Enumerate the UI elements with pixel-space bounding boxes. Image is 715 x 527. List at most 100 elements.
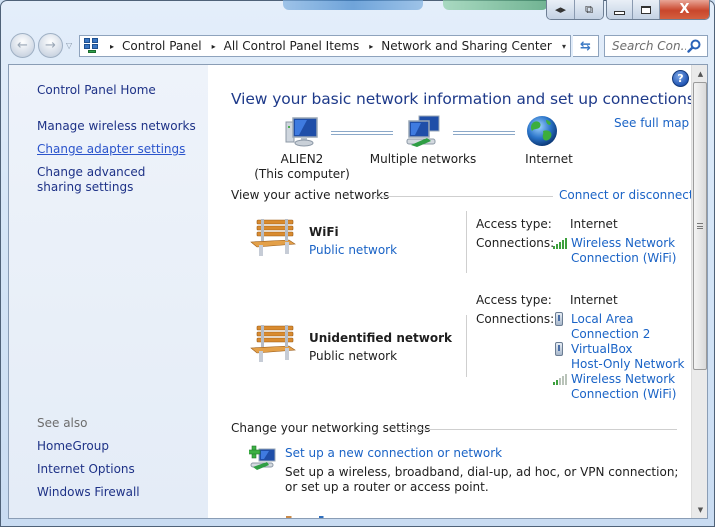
sidebar: Control Panel Home Manage wireless netwo… (9, 65, 208, 518)
refresh-icon: ⇆ (580, 38, 591, 54)
setup-new-connection-description: Set up a wireless, broadband, dial-up, a… (285, 465, 679, 494)
recent-pages-button[interactable]: ▽ (66, 41, 72, 50)
minimize-icon (614, 10, 626, 15)
partially-visible-task (286, 516, 396, 518)
section-divider (398, 429, 677, 430)
access-type-value: Internet (570, 217, 618, 231)
connection-link-line: Connection (WiFi) (571, 387, 677, 401)
active-networks-heading: View your active networks (231, 188, 390, 202)
close-button[interactable]: X (659, 0, 709, 19)
map-connector-line (453, 131, 515, 135)
map-node-label: ALIEN2 (280, 152, 324, 166)
close-icon: X (679, 2, 690, 17)
network-divider (466, 315, 467, 377)
sidebar-manage-wireless[interactable]: Manage wireless networks (37, 119, 196, 134)
see-also-homegroup[interactable]: HomeGroup (37, 439, 109, 454)
search-input[interactable] (612, 39, 686, 53)
breadcrumb-network-sharing[interactable]: Network and Sharing Center (381, 39, 552, 53)
network-category: Public network (309, 349, 398, 363)
network-category-link[interactable]: Public network (309, 243, 397, 257)
refresh-button[interactable]: ⇆ (573, 35, 599, 57)
map-node-label: Internet (525, 152, 573, 166)
connect-or-disconnect-link[interactable]: Connect or disconnect (559, 188, 694, 202)
map-node-internet: Internet (499, 152, 599, 167)
back-button[interactable]: ← (10, 33, 35, 58)
grip-icon (697, 223, 703, 229)
ethernet-icon (555, 312, 563, 326)
network-center-icon (84, 38, 100, 54)
wifi-signal-icon (553, 374, 567, 385)
scroll-thumb[interactable] (693, 82, 707, 370)
maximize-button[interactable] (633, 0, 660, 19)
map-node-label: Multiple networks (369, 152, 477, 166)
sidebar-change-advanced-sharing[interactable]: Change advanced sharing settings (37, 165, 187, 195)
window-caption-buttons: X (606, 0, 710, 20)
map-node-computer: ALIEN2 (This computer) (252, 152, 352, 182)
help-icon[interactable]: ? (672, 70, 689, 87)
minimize-button[interactable] (607, 0, 634, 19)
connection-link-line: Wireless Network (571, 372, 676, 386)
switch-button[interactable]: ⧉ (575, 0, 603, 19)
content-area: Control Panel Home Manage wireless netwo… (8, 64, 708, 519)
map-node-multiple-networks: Multiple networks (363, 152, 483, 167)
map-connector-line (331, 131, 393, 135)
snap-button[interactable]: ◂▸ (547, 0, 576, 19)
network-divider (466, 211, 467, 273)
connection-link-wireless[interactable]: Wireless Network Connection (WiFi) (571, 236, 676, 266)
see-full-map-link[interactable]: See full map (614, 116, 689, 130)
sidebar-change-adapter[interactable]: Change adapter settings (37, 142, 185, 157)
public-network-bench-icon[interactable] (249, 218, 297, 258)
main-panel: ? View your basic network information an… (208, 65, 695, 518)
breadcrumb-separator-icon[interactable]: ▸ (212, 42, 216, 51)
switch-icon: ⧉ (585, 2, 593, 16)
arrow-left-icon: ← (17, 38, 28, 53)
network-name-wifi: WiFi (309, 225, 339, 239)
search-icon[interactable] (687, 39, 701, 53)
snap-icon: ◂▸ (554, 3, 567, 16)
connection-link-line: Connection 2 (571, 327, 651, 341)
see-also-windows-firewall[interactable]: Windows Firewall (37, 485, 140, 500)
access-type-value: Internet (570, 293, 618, 307)
scroll-up-button[interactable]: ▲ (692, 65, 707, 82)
address-dropdown-icon[interactable]: ▾ (562, 42, 566, 51)
connection-link-line: Local Area (571, 312, 634, 326)
forward-button[interactable]: → (38, 33, 63, 58)
vertical-scrollbar[interactable]: ▲ ▼ (691, 65, 707, 518)
background-decoration (283, 0, 423, 10)
see-also-heading: See also (37, 416, 88, 430)
address-bar[interactable]: ▸ Control Panel ▸ All Control Panel Item… (79, 35, 571, 57)
setup-new-connection-link[interactable]: Set up a new connection or network (285, 446, 502, 460)
section-divider (375, 196, 553, 197)
wifi-signal-icon (553, 238, 567, 249)
breadcrumb-control-panel[interactable]: Control Panel (122, 39, 202, 53)
change-settings-heading: Change your networking settings (231, 421, 431, 435)
background-decoration (443, 0, 548, 10)
scroll-down-button[interactable]: ▼ (692, 501, 707, 518)
arrow-right-icon: → (45, 38, 56, 53)
connection-link-local-area[interactable]: Local Area Connection 2 (571, 312, 650, 342)
connection-link-line: Host-Only Network (571, 357, 685, 371)
computer-icon[interactable] (285, 116, 319, 148)
chevron-down-icon: ▽ (66, 41, 73, 50)
extra-caption-buttons: ◂▸ ⧉ (546, 0, 604, 20)
breadcrumb-separator-icon[interactable]: ▸ (369, 42, 373, 51)
connections-label: Connections: (476, 236, 555, 250)
breadcrumb-separator-icon[interactable]: ▸ (110, 42, 114, 51)
public-network-bench-icon[interactable] (249, 324, 297, 364)
access-type-label: Access type: (476, 217, 552, 231)
globe-icon[interactable] (526, 115, 558, 147)
multiple-networks-icon[interactable] (405, 115, 441, 149)
see-also-internet-options[interactable]: Internet Options (37, 462, 135, 477)
connection-link-line: Connection (WiFi) (571, 251, 677, 265)
sidebar-control-panel-home[interactable]: Control Panel Home (37, 83, 156, 98)
breadcrumb-all-items[interactable]: All Control Panel Items (224, 39, 360, 53)
map-node-sublabel: (This computer) (254, 167, 350, 181)
connection-link-virtualbox[interactable]: VirtualBox Host-Only Network (571, 342, 684, 372)
network-name-unidentified: Unidentified network (309, 331, 452, 345)
access-type-label: Access type: (476, 293, 552, 307)
connection-link-wireless[interactable]: Wireless Network Connection (WiFi) (571, 372, 676, 402)
connection-link-line: VirtualBox (571, 342, 633, 356)
page-title: View your basic network information and … (231, 90, 695, 108)
search-box (604, 35, 708, 57)
new-connection-icon[interactable] (249, 445, 277, 471)
